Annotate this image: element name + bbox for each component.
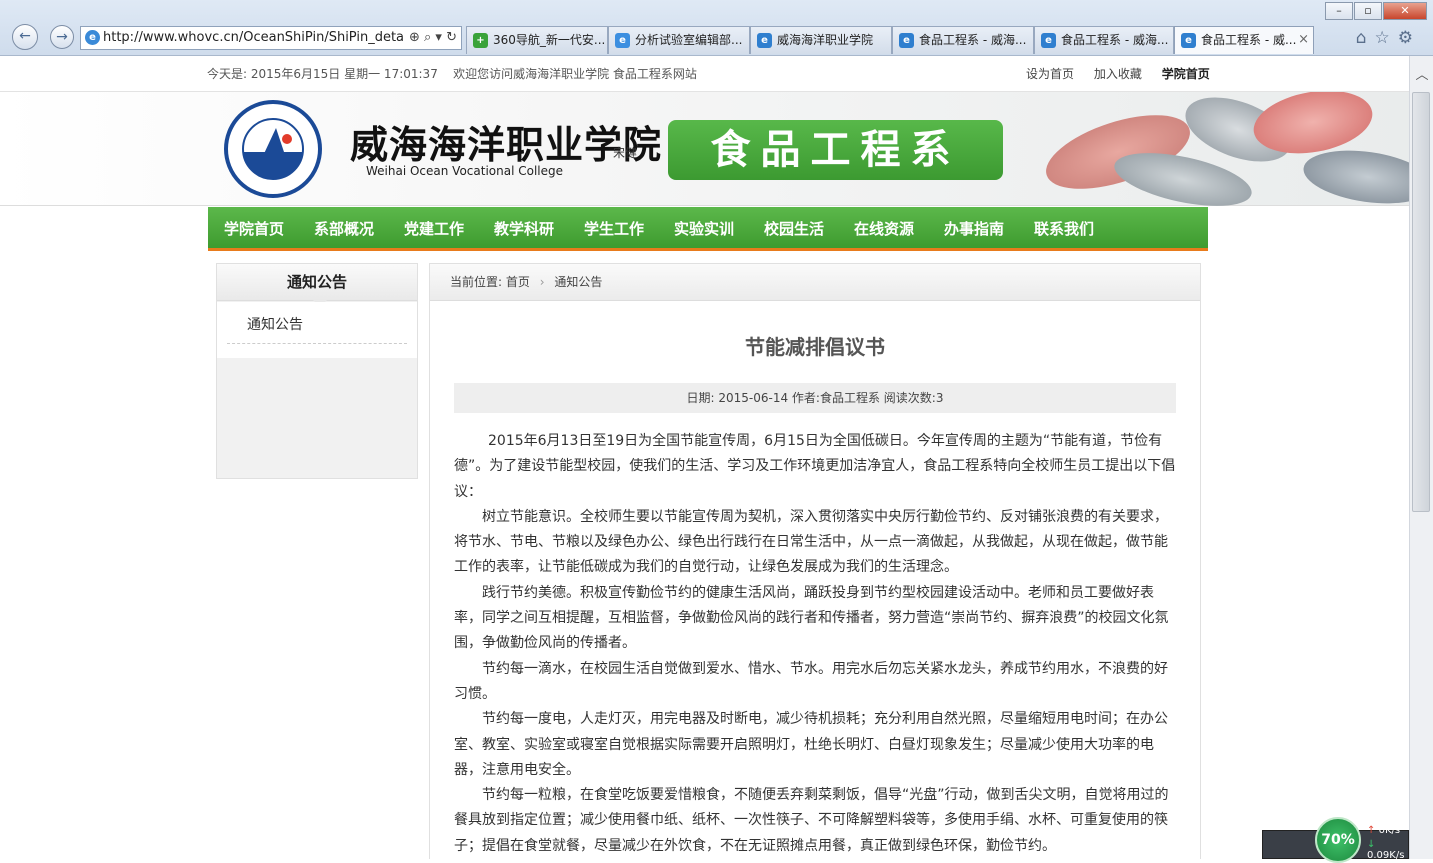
browser-tab-active[interactable]: e 食品工程系 - 威... × [1174,26,1314,54]
nav-item-resources[interactable]: 在线资源 [854,207,944,251]
back-arrow-icon: ← [19,28,31,44]
tab-icon: e [615,33,630,48]
minimize-button[interactable]: – [1325,2,1353,20]
tab-icon: e [899,33,914,48]
page-viewport: 今天是: 2015年6月15日 星期一 17:01:37 欢迎您访问威海海洋职业… [0,56,1409,859]
browser-tab[interactable]: +360导航_新一代安... [466,26,608,54]
logo-emblem [242,118,304,180]
tab-label: 360导航_新一代安... [493,33,606,47]
scrollbar-thumb[interactable] [1412,92,1430,512]
breadcrumb-current[interactable]: 通知公告 [554,275,602,289]
college-name-en: Weihai Ocean Vocational College [366,164,564,178]
set-homepage-link[interactable]: 设为首页 [1026,67,1074,81]
breadcrumb-prefix: 当前位置: [450,275,503,289]
add-favorite-link[interactable]: 加入收藏 [1094,67,1142,81]
sidebar-title: 通知公告 [217,264,417,307]
article-title: 节能减排倡议书 [745,335,885,359]
department-title: 食品工程系 [668,120,1003,180]
tab-label: 食品工程系 - 威海... [1061,33,1169,47]
article-paragraph: 践行节约美德。积极宣传勤俭节约的健康生活风尚，踊跃投身到节约型校园建设活动中。老… [454,584,1169,652]
download-arrow-icon: ↓ [1367,839,1376,850]
tab-icon: + [473,33,488,48]
nav-item-students[interactable]: 学生工作 [584,207,674,251]
article-body: 2015年6月13日至19日为全国节能宣传周，6月15日为全国低碳日。今年宣传周… [454,429,1176,859]
tab-icon: e [757,33,772,48]
upload-speed-value: 0K/s [1378,825,1401,836]
site-favicon-icon: e [85,30,100,45]
nav-item-guide[interactable]: 办事指南 [944,207,1034,251]
maximize-button[interactable]: ▫ [1354,2,1382,20]
breadcrumb: 当前位置: 首页 › 通知公告 [430,264,1200,301]
sidebar-item-notices[interactable]: 通知公告 [227,312,407,344]
article-meta: 日期: 2015-06-14 作者:食品工程系 阅读次数:3 [454,383,1176,413]
nav-item-party[interactable]: 党建工作 [404,207,494,251]
tab-label: 食品工程系 - 威... [1201,33,1297,47]
fish-shape [1300,143,1409,206]
usage-percent: 70% [1315,817,1361,863]
content-panel: 当前位置: 首页 › 通知公告 节能减排倡议书 日期: 2015-06-14 作… [429,263,1201,859]
download-speed-value: 0.09K/s [1367,850,1405,861]
sail-icon [262,128,286,158]
nav-item-overview[interactable]: 系部概况 [314,207,404,251]
browser-chrome: – ▫ ✕ ← → e http://www.whovc.cn/OceanShi… [0,0,1433,56]
nav-item-home[interactable]: 学院首页 [224,207,314,251]
main-nav: 学院首页 系部概况 党建工作 教学科研 学生工作 实验实训 校园生活 在线资源 … [208,207,1208,251]
article-paragraph: 节约每一粒粮，在食堂吃饭要爱惜粮食，不随便丢弃剩菜剩饭，倡导“光盘”行动，做到舌… [454,787,1169,854]
tab-icon: e [1041,33,1056,48]
home-icon[interactable]: ⌂ [1356,28,1375,48]
address-tools[interactable]: ⊕ ⌕ ▾ ↻ [405,27,457,49]
sidebar-list-bg: 通知公告 [217,302,417,358]
forward-arrow-icon: → [56,29,68,45]
article-paragraph: 节约每一滴水，在校园生活自觉做到爱水、惜水、节水。用完水后勿忘关紧水龙头，养成节… [454,660,1168,702]
nav-item-campus[interactable]: 校园生活 [764,207,854,251]
top-links: 设为首页 加入收藏 学院首页 [1026,65,1226,82]
nav-item-labs[interactable]: 实验实训 [674,207,764,251]
upload-speed: ↑ 0K/s [1367,825,1400,836]
gear-icon[interactable]: ⚙ [1398,28,1421,48]
scroll-up-icon[interactable]: ︿ [1410,64,1433,84]
tab-label: 威海海洋职业学院 [777,33,874,47]
welcome-text: 欢迎您访问威海海洋职业学院 食品工程系网站 [453,67,697,81]
close-button[interactable]: ✕ [1383,2,1427,20]
tab-label: 分析试验室编辑部... [635,33,743,47]
window-controls: – ▫ ✕ [1324,2,1427,20]
logo-dot [282,134,292,144]
address-url: http://www.whovc.cn/OceanShiPin/ShiPin_d… [103,30,419,45]
sidebar: 通知公告 通知公告 [216,263,418,479]
article-paragraph: 2015年6月13日至19日为全国节能宣传周，6月15日为全国低碳日。今年宣传周… [454,433,1176,500]
back-button[interactable]: ← [12,24,38,50]
college-home-link[interactable]: 学院首页 [1162,67,1210,81]
nav-item-research[interactable]: 教学科研 [494,207,584,251]
tab-icon: e [1181,33,1196,48]
nav-item-contact[interactable]: 联系我们 [1034,207,1124,251]
seafood-banner-image [1003,92,1409,206]
college-logo[interactable] [224,100,322,198]
tab-close-icon[interactable]: × [1298,27,1309,53]
browser-tab[interactable]: e 食品工程系 - 威海... [892,26,1034,54]
breadcrumb-home-link[interactable]: 首页 [506,275,530,289]
date-and-welcome: 今天是: 2015年6月15日 星期一 17:01:37 欢迎您访问威海海洋职业… [207,65,697,82]
article-paragraph: 树立节能意识。全校师生要以节能宣传周为契机，深入贯彻落实中央厉行勤俭节约、反对铺… [454,508,1168,576]
network-monitor-widget[interactable]: 70% ↑ 0K/s ↓ 0.09K/s [1262,817,1409,863]
address-bar[interactable]: e http://www.whovc.cn/OceanShiPin/ShiPin… [80,26,462,50]
browser-tab[interactable]: e 威海海洋职业学院 [750,26,892,54]
article-paragraph: 节约每一度电，人走灯灭，用完电器及时断电，减少待机损耗；充分利用自然光照，尽量缩… [454,711,1168,778]
top-info-bar: 今天是: 2015年6月15日 星期一 17:01:37 欢迎您访问威海海洋职业… [0,56,1409,92]
upload-arrow-icon: ↑ [1367,825,1376,836]
site-banner: 威海海洋职业学院 Weihai Ocean Vocational College… [0,92,1409,206]
vertical-scrollbar[interactable]: ︿ [1409,56,1433,859]
tab-label: 食品工程系 - 威海... [919,33,1027,47]
forward-button[interactable]: → [50,25,74,49]
calligraphy-signature: 宋健 [613,146,638,160]
browser-tools: ⌂☆⚙ [1356,28,1421,48]
browser-tab[interactable]: e 食品工程系 - 威海... [1034,26,1174,54]
favorites-star-icon[interactable]: ☆ [1375,28,1398,48]
browser-tab[interactable]: e 分析试验室编辑部... [608,26,750,54]
date-text: 今天是: 2015年6月15日 星期一 17:01:37 [207,67,438,81]
chevron-right-icon: › [539,275,545,289]
download-speed: ↓ 0.09K/s [1367,839,1408,861]
